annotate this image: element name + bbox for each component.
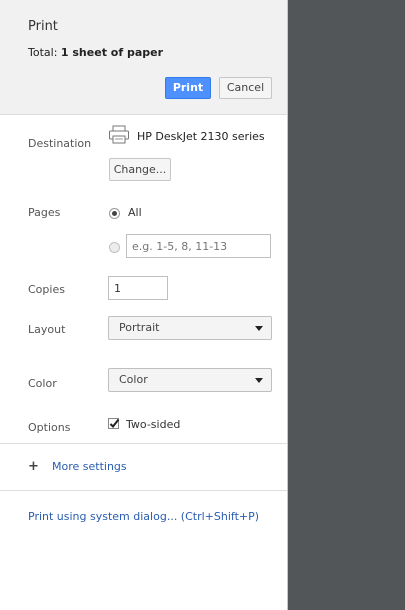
printer-icon [108,125,130,145]
two-sided-checkbox[interactable] [108,418,120,429]
color-select[interactable]: Color [108,368,272,392]
divider [0,490,287,491]
layout-label: Layout [28,323,66,336]
pages-label: Pages [28,206,61,219]
layout-selected-value: Portrait [119,321,160,334]
color-label: Color [28,377,57,390]
chevron-down-icon [255,378,263,383]
color-selected-value: Color [119,373,148,386]
checkmark-icon [109,418,120,429]
two-sided-label: Two-sided [126,418,181,431]
divider [0,443,287,444]
options-label: Options [28,421,71,434]
cancel-button[interactable]: Cancel [219,77,272,99]
destination-label: Destination [28,137,92,150]
print-settings-panel: Print Total: 1 sheet of paper Print Canc… [0,0,288,610]
printer-name: HP DeskJet 2130 series [137,130,265,143]
chevron-down-icon [255,326,263,331]
pages-all-radio[interactable] [109,208,120,219]
print-header: Print Total: 1 sheet of paper Print Canc… [0,0,287,115]
pages-all-label: All [128,206,142,219]
more-settings-toggle[interactable]: + More settings [28,459,127,474]
copies-label: Copies [28,283,65,296]
copies-input[interactable] [108,276,168,300]
change-destination-button[interactable]: Change... [109,158,171,181]
system-dialog-link[interactable]: Print using system dialog... (Ctrl+Shift… [28,510,259,523]
more-settings-label: More settings [52,460,127,473]
pages-custom-radio[interactable] [109,242,120,253]
sheet-summary: Total: 1 sheet of paper [28,46,163,59]
plus-icon: + [28,459,39,474]
summary-count: 1 sheet of paper [60,46,164,59]
print-button[interactable]: Print [165,77,211,99]
pages-range-input[interactable] [126,234,271,258]
page-title: Print [28,19,58,34]
summary-prefix: Total: [28,46,61,59]
layout-select[interactable]: Portrait [108,316,272,340]
print-preview-area [288,0,405,610]
